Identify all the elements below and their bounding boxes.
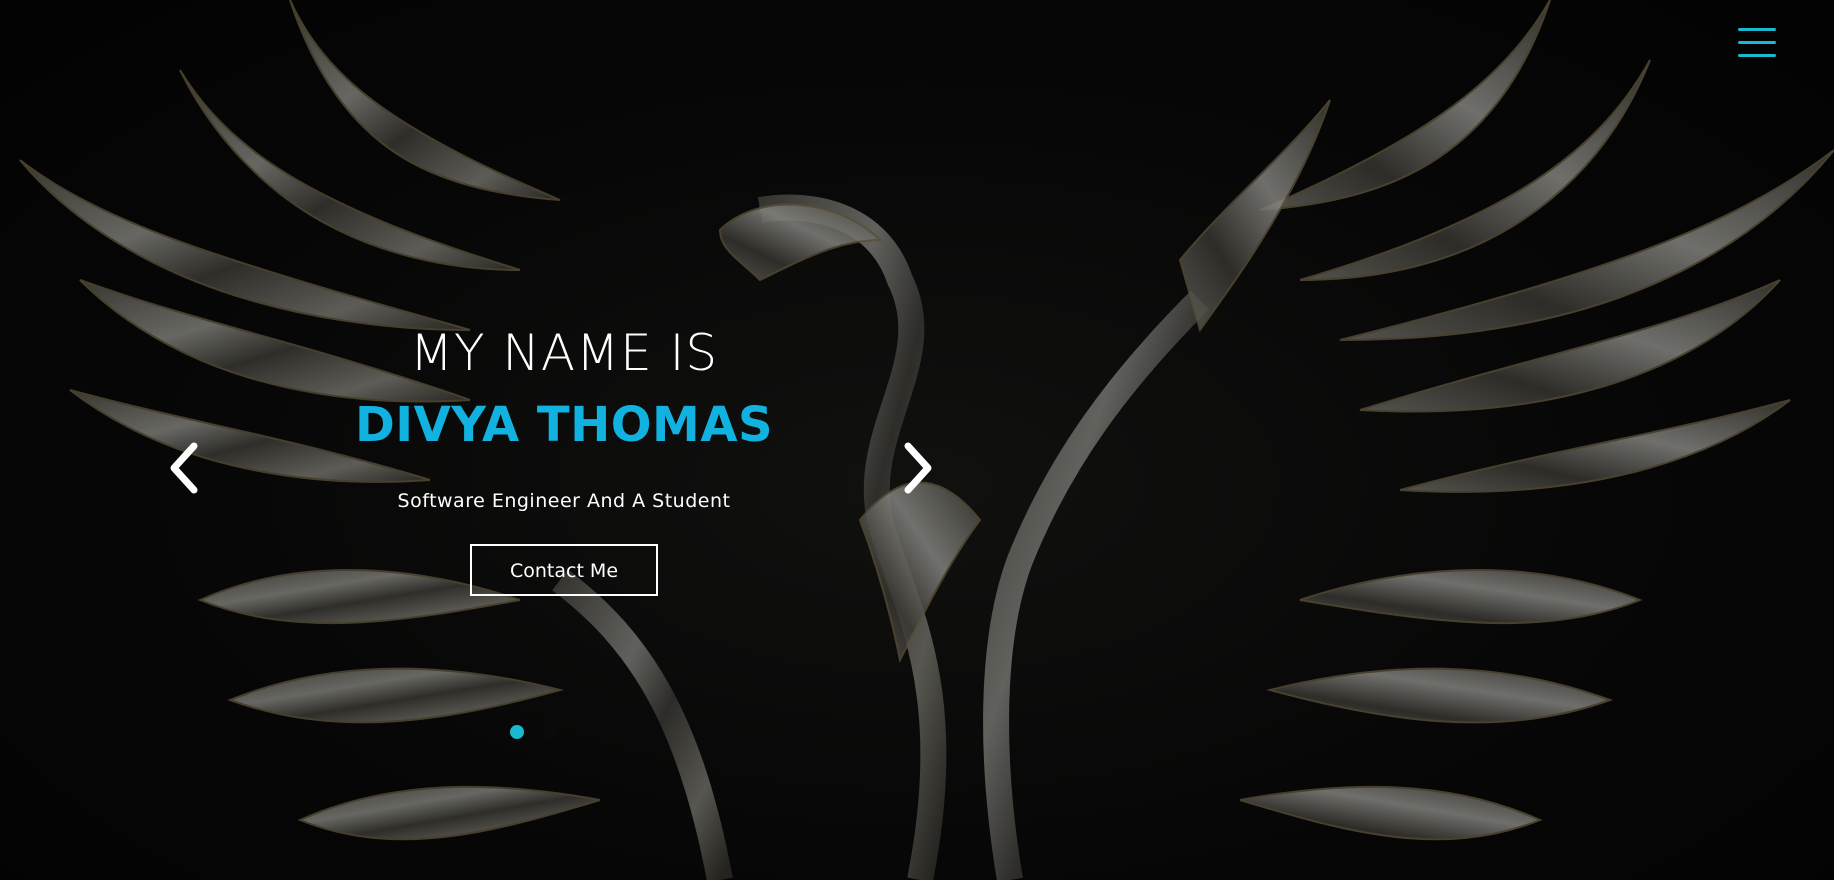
carousel-indicators <box>510 724 573 740</box>
hamburger-menu-icon-bar-middle <box>1738 41 1776 44</box>
chevron-left-icon <box>170 442 198 494</box>
carousel-indicator-1[interactable] <box>510 725 524 739</box>
carousel-slide: MY NAME IS DIVYA THOMAS Software Enginee… <box>264 318 864 596</box>
contact-me-button[interactable]: Contact Me <box>470 544 658 596</box>
name-heading: DIVYA THOMAS <box>354 397 774 453</box>
hero-section: MY NAME IS DIVYA THOMAS Software Enginee… <box>0 0 1834 880</box>
carousel-indicator-2[interactable] <box>544 725 559 739</box>
hamburger-menu-icon-bar-top <box>1738 28 1776 31</box>
chevron-right-icon <box>904 442 932 494</box>
hamburger-menu-icon-bar-bottom <box>1738 54 1776 57</box>
menu-toggle-button[interactable] <box>1736 26 1778 60</box>
tagline-text: Software Engineer And A Student <box>397 490 731 512</box>
carousel-next-button[interactable] <box>898 438 938 498</box>
intro-heading: MY NAME IS <box>409 324 719 382</box>
carousel-prev-button[interactable] <box>164 438 204 498</box>
